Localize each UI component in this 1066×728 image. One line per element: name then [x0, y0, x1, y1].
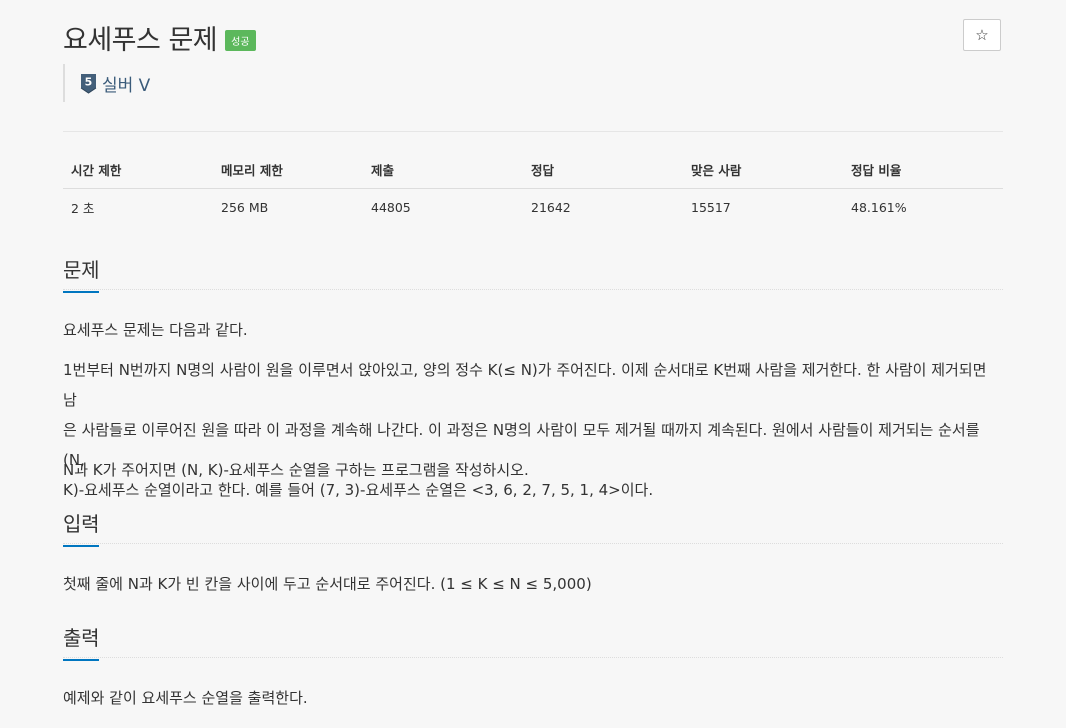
star-icon: ☆: [975, 26, 989, 44]
section-input-heading: 입력: [63, 508, 1003, 547]
accept-ratio-value: 48.161%: [851, 200, 907, 215]
divider: [63, 131, 1003, 132]
section-divider: [63, 289, 1003, 290]
result-badge[interactable]: 성공: [225, 30, 256, 51]
tier-level-number: 5: [85, 75, 93, 88]
description-paragraph-1: 요세푸스 문제는 다음과 같다.: [63, 321, 248, 339]
output-paragraph: 예제와 같이 요세푸스 순열을 출력한다.: [63, 689, 308, 707]
section-output-heading: 출력: [63, 622, 1003, 661]
input-paragraph: 첫째 줄에 N과 K가 빈 칸을 사이에 두고 순서대로 주어진다. (1 ≤ …: [63, 575, 592, 593]
table-header-row: 시간 제한 메모리 제한 제출 정답 맞은 사람 정답 비율: [63, 150, 1003, 189]
accepted-value: 21642: [531, 200, 571, 215]
solved-users-value: 15517: [691, 200, 731, 215]
problem-info-table: 시간 제한 메모리 제한 제출 정답 맞은 사람 정답 비율 2 초 256 M…: [63, 150, 1003, 226]
memory-limit-value: 256 MB: [221, 200, 269, 215]
tier-link[interactable]: 실버 V: [102, 71, 150, 96]
header-solved-users: 맞은 사람: [683, 150, 843, 189]
description-paragraph-3: N과 K가 주어지면 (N, K)-요세푸스 순열을 구하는 프로그램을 작성하…: [63, 461, 529, 479]
section-description-heading: 문제: [63, 254, 1003, 293]
header-submissions: 제출: [363, 150, 523, 189]
header-memory-limit: 메모리 제한: [213, 150, 363, 189]
section-output-title: 출력: [63, 622, 100, 661]
table-row: 2 초 256 MB 44805 21642 15517 48.161%: [63, 189, 1003, 227]
time-limit-value: 2 초: [71, 201, 95, 216]
header-accepted: 정답: [523, 150, 683, 189]
page-title: 요세푸스 문제: [63, 25, 218, 56]
section-description-title: 문제: [63, 254, 100, 293]
tier-badge-icon: 5: [80, 73, 97, 94]
title-row: 요세푸스 문제 성공: [63, 18, 256, 57]
tier-line: 5 실버 V: [63, 64, 150, 102]
section-input-title: 입력: [63, 508, 100, 547]
header-time-limit: 시간 제한: [63, 150, 213, 189]
description-line: 1번부터 N번까지 N명의 사람이 원을 이루면서 앉아있고, 양의 정수 K(…: [63, 361, 987, 409]
section-divider: [63, 657, 1003, 658]
section-divider: [63, 543, 1003, 544]
submissions-value: 44805: [371, 200, 411, 215]
header-accept-ratio: 정답 비율: [843, 150, 1003, 189]
star-button[interactable]: ☆: [963, 19, 1001, 51]
